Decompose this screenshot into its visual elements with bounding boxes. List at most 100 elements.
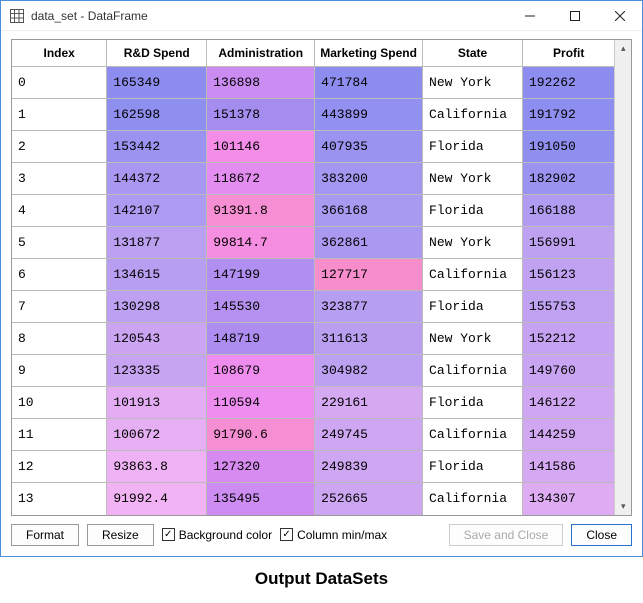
cell-administration[interactable]: 136898 (207, 67, 315, 99)
cell-state[interactable]: California (423, 259, 523, 291)
cell-administration[interactable]: 151378 (207, 99, 315, 131)
cell-profit[interactable]: 155753 (523, 291, 615, 323)
data-table[interactable]: Index R&D Spend Administration Marketing… (12, 40, 614, 515)
cell-state[interactable]: New York (423, 323, 523, 355)
cell-rd-spend[interactable]: 131877 (107, 227, 207, 259)
cell-state[interactable]: Florida (423, 387, 523, 419)
cell-administration[interactable]: 91391.8 (207, 195, 315, 227)
cell-profit[interactable]: 166188 (523, 195, 615, 227)
cell-index[interactable]: 12 (12, 451, 107, 483)
table-row[interactable]: 10101913110594229161Florida146122 (12, 387, 614, 419)
cell-marketing-spend[interactable]: 443899 (315, 99, 423, 131)
cell-index[interactable]: 5 (12, 227, 107, 259)
cell-administration[interactable]: 135495 (207, 483, 315, 515)
cell-state[interactable]: Florida (423, 291, 523, 323)
cell-profit[interactable]: 156991 (523, 227, 615, 259)
cell-state[interactable]: Florida (423, 131, 523, 163)
table-row[interactable]: 7130298145530323877Florida155753 (12, 291, 614, 323)
table-row[interactable]: 414210791391.8366168Florida166188 (12, 195, 614, 227)
cell-profit[interactable]: 192262 (523, 67, 615, 99)
cell-state[interactable]: New York (423, 227, 523, 259)
cell-profit[interactable]: 152212 (523, 323, 615, 355)
cell-state[interactable]: California (423, 419, 523, 451)
cell-profit[interactable]: 191050 (523, 131, 615, 163)
cell-rd-spend[interactable]: 153442 (107, 131, 207, 163)
cell-index[interactable]: 4 (12, 195, 107, 227)
cell-rd-spend[interactable]: 165349 (107, 67, 207, 99)
close-dialog-button[interactable]: Close (571, 524, 632, 546)
table-row[interactable]: 513187799814.7362861New York156991 (12, 227, 614, 259)
cell-administration[interactable]: 118672 (207, 163, 315, 195)
column-minmax-checkbox[interactable]: ✓ Column min/max (280, 528, 387, 542)
cell-marketing-spend[interactable]: 323877 (315, 291, 423, 323)
cell-rd-spend[interactable]: 101913 (107, 387, 207, 419)
cell-state[interactable]: New York (423, 67, 523, 99)
cell-index[interactable]: 13 (12, 483, 107, 515)
cell-profit[interactable]: 182902 (523, 163, 615, 195)
cell-state[interactable]: California (423, 355, 523, 387)
cell-administration[interactable]: 148719 (207, 323, 315, 355)
cell-rd-spend[interactable]: 100672 (107, 419, 207, 451)
cell-profit[interactable]: 149760 (523, 355, 615, 387)
col-marketing-spend[interactable]: Marketing Spend (315, 40, 423, 67)
cell-rd-spend[interactable]: 162598 (107, 99, 207, 131)
cell-index[interactable]: 7 (12, 291, 107, 323)
cell-index[interactable]: 10 (12, 387, 107, 419)
cell-profit[interactable]: 146122 (523, 387, 615, 419)
cell-state[interactable]: California (423, 99, 523, 131)
table-row[interactable]: 1391992.4135495252665California134307 (12, 483, 614, 515)
table-row[interactable]: 2153442101146407935Florida191050 (12, 131, 614, 163)
col-state[interactable]: State (423, 40, 523, 67)
cell-marketing-spend[interactable]: 127717 (315, 259, 423, 291)
cell-marketing-spend[interactable]: 249839 (315, 451, 423, 483)
cell-rd-spend[interactable]: 93863.8 (107, 451, 207, 483)
cell-marketing-spend[interactable]: 383200 (315, 163, 423, 195)
cell-administration[interactable]: 147199 (207, 259, 315, 291)
table-row[interactable]: 1110067291790.6249745California144259 (12, 419, 614, 451)
table-row[interactable]: 1293863.8127320249839Florida141586 (12, 451, 614, 483)
cell-state[interactable]: Florida (423, 451, 523, 483)
cell-administration[interactable]: 101146 (207, 131, 315, 163)
scroll-track[interactable] (615, 57, 631, 498)
cell-state[interactable]: Florida (423, 195, 523, 227)
col-index[interactable]: Index (12, 40, 107, 67)
cell-administration[interactable]: 91790.6 (207, 419, 315, 451)
cell-rd-spend[interactable]: 120543 (107, 323, 207, 355)
cell-index[interactable]: 3 (12, 163, 107, 195)
cell-index[interactable]: 11 (12, 419, 107, 451)
cell-rd-spend[interactable]: 144372 (107, 163, 207, 195)
cell-profit[interactable]: 144259 (523, 419, 615, 451)
table-row[interactable]: 6134615147199127717California156123 (12, 259, 614, 291)
cell-administration[interactable]: 108679 (207, 355, 315, 387)
cell-marketing-spend[interactable]: 252665 (315, 483, 423, 515)
cell-profit[interactable]: 156123 (523, 259, 615, 291)
cell-marketing-spend[interactable]: 249745 (315, 419, 423, 451)
table-row[interactable]: 0165349136898471784New York192262 (12, 67, 614, 99)
col-administration[interactable]: Administration (207, 40, 315, 67)
cell-rd-spend[interactable]: 130298 (107, 291, 207, 323)
cell-marketing-spend[interactable]: 304982 (315, 355, 423, 387)
cell-profit[interactable]: 141586 (523, 451, 615, 483)
cell-index[interactable]: 9 (12, 355, 107, 387)
cell-marketing-spend[interactable]: 229161 (315, 387, 423, 419)
cell-marketing-spend[interactable]: 407935 (315, 131, 423, 163)
scroll-up-icon[interactable]: ▴ (615, 40, 631, 57)
scroll-down-icon[interactable]: ▾ (615, 498, 631, 515)
close-button[interactable] (597, 1, 642, 31)
cell-marketing-spend[interactable]: 471784 (315, 67, 423, 99)
cell-index[interactable]: 6 (12, 259, 107, 291)
cell-index[interactable]: 0 (12, 67, 107, 99)
cell-rd-spend[interactable]: 123335 (107, 355, 207, 387)
cell-state[interactable]: New York (423, 163, 523, 195)
cell-index[interactable]: 2 (12, 131, 107, 163)
background-color-checkbox[interactable]: ✓ Background color (162, 528, 272, 542)
cell-profit[interactable]: 134307 (523, 483, 615, 515)
cell-marketing-spend[interactable]: 311613 (315, 323, 423, 355)
table-row[interactable]: 3144372118672383200New York182902 (12, 163, 614, 195)
cell-index[interactable]: 8 (12, 323, 107, 355)
cell-administration[interactable]: 110594 (207, 387, 315, 419)
maximize-button[interactable] (552, 1, 597, 31)
minimize-button[interactable] (507, 1, 552, 31)
vertical-scrollbar[interactable]: ▴ ▾ (614, 40, 631, 515)
table-row[interactable]: 1162598151378443899California191792 (12, 99, 614, 131)
